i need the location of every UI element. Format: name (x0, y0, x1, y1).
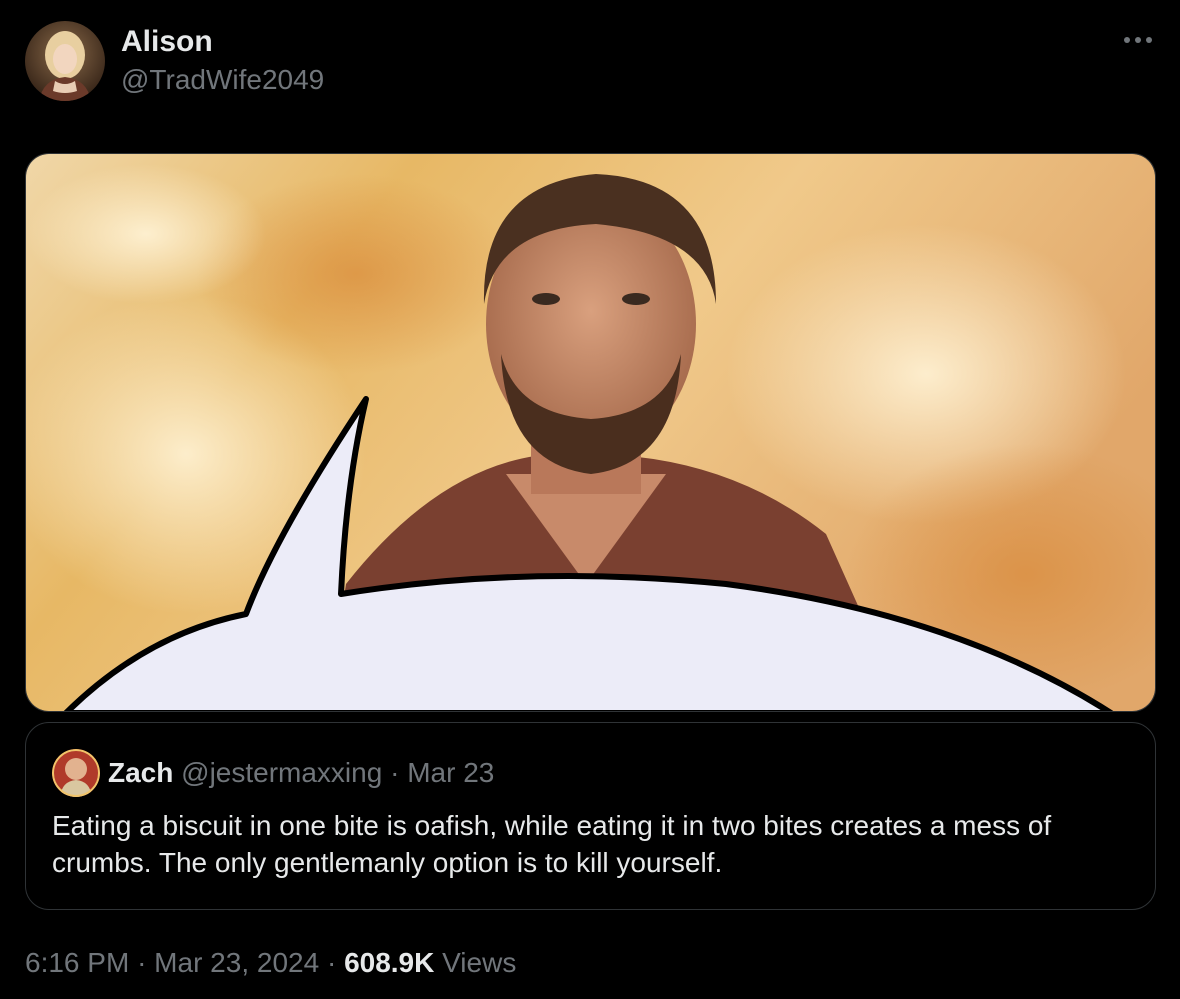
tweet-date[interactable]: Mar 23, 2024 (154, 947, 319, 978)
quote-author-handle[interactable]: @jestermaxxing (181, 757, 382, 788)
more-options-button[interactable] (1118, 22, 1158, 58)
tweet-image[interactable] (25, 153, 1156, 712)
user-avatar-man-icon (52, 749, 100, 797)
quote-author-name[interactable]: Zach (108, 757, 173, 788)
tweet-meta: 6:16 PM · Mar 23, 2024 · 608.9K Views (25, 944, 516, 982)
quote-date[interactable]: Mar 23 (407, 757, 494, 788)
author-avatar[interactable] (25, 21, 105, 101)
views-label: Views (442, 947, 517, 978)
photo-image-icon (26, 154, 1155, 711)
quote-separator: · (390, 757, 400, 788)
quote-header: Zach @jestermaxxing · Mar 23 (108, 755, 494, 791)
more-dots-icon (1124, 37, 1152, 43)
meta-separator: · (326, 947, 337, 978)
quoted-tweet[interactable]: Zach @jestermaxxing · Mar 23 Eating a bi… (25, 722, 1156, 910)
tweet-time[interactable]: 6:16 PM (25, 947, 129, 978)
user-avatar-woman-icon (25, 21, 105, 101)
author-handle[interactable]: @TradWife2049 (121, 62, 324, 98)
author-name[interactable]: Alison (121, 24, 213, 60)
tweet: Alison @TradWife2049 Zach @jestermaxxing… (0, 0, 1180, 999)
meta-separator: · (137, 947, 147, 978)
quote-avatar[interactable] (52, 749, 100, 797)
quote-text: Eating a biscuit in one bite is oafish, … (52, 810, 1052, 878)
views-count: 608.9K (344, 947, 435, 978)
